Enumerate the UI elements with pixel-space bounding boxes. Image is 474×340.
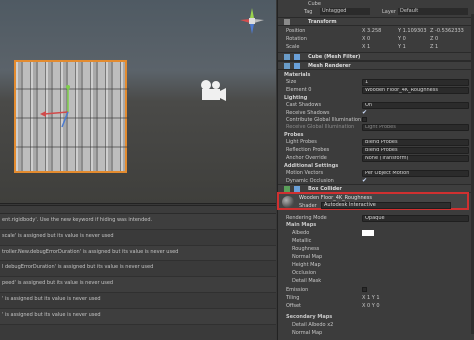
light-probes-dropdown[interactable]: Blend Probes: [362, 138, 469, 146]
material-preview-sphere: [282, 196, 294, 208]
transform-icon: [284, 19, 290, 25]
scene-view[interactable]: [0, 0, 276, 204]
mesh-filter-header[interactable]: Cube (Mesh Filter): [278, 52, 474, 61]
scale-x[interactable]: X 1: [362, 43, 370, 51]
tag-dropdown[interactable]: Untagged: [320, 8, 370, 15]
mesh-renderer-icon: [284, 63, 290, 69]
shader-label: Shader: [299, 203, 317, 209]
console-panel: ent.rigidbody'. Use the new keyword if h…: [0, 205, 276, 340]
mesh-renderer-header[interactable]: Mesh Renderer: [278, 61, 474, 70]
rotation-z[interactable]: Z 0: [430, 35, 438, 43]
contribute-gi-checkbox[interactable]: [362, 117, 367, 122]
camera-icon[interactable]: [196, 78, 226, 104]
scene-gizmo-icon[interactable]: [236, 6, 268, 36]
anchor-override-field[interactable]: None (Transform): [362, 154, 469, 162]
tiling-field[interactable]: X 1 Y 1: [362, 294, 380, 302]
albedo-label: Albedo: [292, 230, 310, 236]
rotation-y[interactable]: Y 0: [398, 35, 406, 43]
scale-y[interactable]: Y 1: [398, 43, 406, 51]
cast-shadows-dropdown[interactable]: On: [362, 101, 469, 109]
console-message[interactable]: peed' is assigned but its value is never…: [0, 277, 276, 293]
object-name[interactable]: Cube: [308, 0, 321, 8]
material-name: Wooden Floor_4K_Roughness: [299, 195, 372, 201]
layer-dropdown[interactable]: Default: [398, 8, 468, 15]
mesh-filter-icon: [284, 54, 290, 60]
motion-vectors-dropdown[interactable]: Per Object Motion: [362, 169, 469, 177]
layer-label: Layer: [382, 9, 396, 15]
scale-z[interactable]: Z 1: [430, 43, 438, 51]
console-message[interactable]: scale' is assigned but its value is neve…: [0, 230, 276, 246]
tag-label: Tag: [304, 9, 313, 15]
selected-cube[interactable]: [14, 60, 129, 173]
component-icon: [294, 54, 300, 60]
materials-size-field[interactable]: 1: [362, 78, 469, 86]
offset-field[interactable]: X 0 Y 0: [362, 302, 380, 310]
rotation-x[interactable]: X 0: [362, 35, 370, 43]
material-header[interactable]: Wooden Floor_4K_Roughness Shader Autodes…: [277, 192, 469, 210]
element0-field[interactable]: Wooden Floor_4K_Roughness: [362, 86, 469, 94]
console-message[interactable]: ent.rigidbody'. Use the new keyword if h…: [0, 214, 276, 230]
position-y[interactable]: Y 1.109303: [398, 27, 427, 35]
move-gizmo-icon[interactable]: [38, 82, 78, 142]
console-message[interactable]: l debugErrorDuration' is assigned but it…: [0, 261, 276, 278]
shader-dropdown[interactable]: Autodesk Interactive: [321, 202, 451, 209]
transform-header[interactable]: Transform: [278, 17, 474, 26]
console-message[interactable]: ' is assigned but its value is never use…: [0, 293, 276, 309]
position-z[interactable]: Z -0.5362333: [430, 27, 464, 35]
reflection-probes-dropdown[interactable]: Blend Probes: [362, 146, 469, 154]
enabled-checkbox[interactable]: [294, 63, 300, 69]
albedo-color-swatch[interactable]: [362, 230, 374, 236]
unity-editor: ent.rigidbody'. Use the new keyword if h…: [0, 0, 474, 340]
receive-gi-dropdown[interactable]: Light Probes: [362, 123, 469, 131]
console-toolbar: [0, 206, 276, 214]
position-x[interactable]: X 3.258: [362, 27, 381, 35]
console-message[interactable]: troller.New.debugErrorDuration' is assig…: [0, 245, 276, 262]
emission-checkbox[interactable]: [362, 287, 367, 292]
console-message[interactable]: ' is assigned but its value is never use…: [0, 308, 276, 325]
inspector-panel: Cube Tag Untagged Layer Default Transfor…: [277, 0, 474, 340]
